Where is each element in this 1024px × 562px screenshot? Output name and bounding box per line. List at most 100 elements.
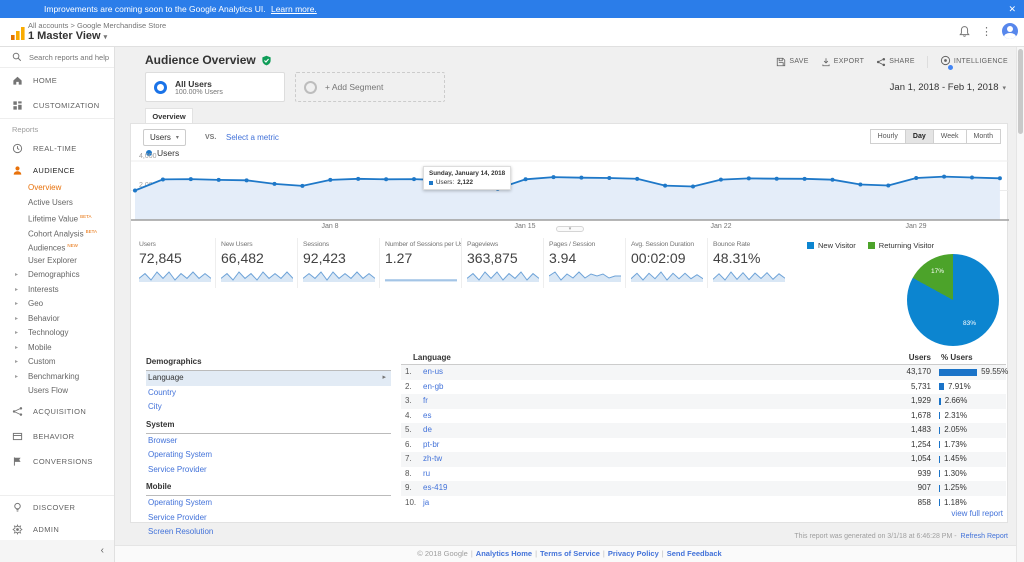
legend-new-visitor: New Visitor bbox=[807, 241, 856, 250]
more-options-kebab-icon[interactable]: ⋮ bbox=[981, 25, 992, 38]
dimension-mobile-service-provider[interactable]: Service Provider bbox=[146, 511, 391, 526]
sidebar-item-active-users[interactable]: Active Users bbox=[0, 196, 114, 211]
metric-bounce-rate: Bounce Rate 48.31% bbox=[708, 238, 790, 288]
dimension-language[interactable]: Language ▸ bbox=[146, 371, 391, 386]
footer-link-terms[interactable]: Terms of Service bbox=[540, 549, 600, 558]
share-button[interactable]: SHARE bbox=[876, 57, 915, 67]
column-header-pct-users[interactable]: % Users bbox=[941, 353, 973, 362]
sidebar-item-home[interactable]: HOME bbox=[0, 68, 114, 93]
footer-link-analytics-home[interactable]: Analytics Home bbox=[476, 549, 532, 558]
view-selector[interactable]: 1 Master View ▾ bbox=[28, 30, 107, 42]
overview-panel: Users ▾ VS. Select a metric Hourly Day We… bbox=[130, 123, 1009, 536]
page-title: Audience Overview bbox=[145, 53, 272, 67]
granularity-week-button[interactable]: Week bbox=[932, 129, 967, 144]
save-button[interactable]: SAVE bbox=[776, 57, 808, 67]
tab-overview[interactable]: Overview bbox=[145, 108, 193, 124]
banner-learn-more-link[interactable]: Learn more. bbox=[271, 4, 317, 14]
sidebar-item-audiences[interactable]: Audiences NEW bbox=[0, 239, 114, 254]
language-link[interactable]: ru bbox=[423, 467, 430, 482]
sidebar-item-discover[interactable]: DISCOVER bbox=[0, 496, 114, 518]
dimension-country[interactable]: Country bbox=[146, 386, 391, 401]
table-row: 3. fr 1,929 2.66% bbox=[401, 394, 1006, 409]
dimension-operating-system[interactable]: Operating System bbox=[146, 448, 391, 463]
sidebar-item-user-explorer[interactable]: User Explorer bbox=[0, 254, 114, 269]
metric-pages-per-session: Pages / Session 3.94 bbox=[544, 238, 626, 288]
language-link[interactable]: zh-tw bbox=[423, 452, 442, 467]
metric-new-users: New Users 66,482 bbox=[216, 238, 298, 288]
sidebar-item-benchmarking[interactable]: ▸ Benchmarking bbox=[0, 370, 114, 385]
dimension-browser[interactable]: Browser bbox=[146, 434, 391, 449]
column-header-users[interactable]: Users bbox=[841, 353, 931, 362]
sidebar-item-behavior[interactable]: BEHAVIOR bbox=[0, 424, 114, 449]
users-timeseries-chart[interactable] bbox=[131, 152, 1009, 236]
sidebar-item-conversions[interactable]: CONVERSIONS bbox=[0, 449, 114, 474]
language-link[interactable]: fr bbox=[423, 394, 428, 409]
metric-select-dropdown[interactable]: Users ▾ bbox=[143, 129, 186, 146]
legend-returning-visitor: Returning Visitor bbox=[867, 241, 934, 250]
footer-link-privacy[interactable]: Privacy Policy bbox=[608, 549, 659, 558]
date-range-selector[interactable]: Jan 1, 2018 - Feb 1, 2018 ▾ bbox=[890, 82, 1006, 93]
sidebar-item-realtime[interactable]: REAL-TIME bbox=[0, 137, 114, 159]
sidebar-item-geo[interactable]: ▸ Geo bbox=[0, 297, 114, 312]
sidebar-item-customization[interactable]: CUSTOMIZATION bbox=[0, 93, 114, 118]
add-segment-button[interactable]: + Add Segment bbox=[295, 72, 445, 102]
export-button[interactable]: EXPORT bbox=[821, 57, 864, 67]
language-link[interactable]: pt-br bbox=[423, 438, 439, 453]
sidebar-item-lifetime-value[interactable]: Lifetime Value BETA bbox=[0, 210, 114, 225]
notifications-bell-icon[interactable] bbox=[958, 25, 971, 38]
legend-swatch-icon bbox=[807, 242, 814, 249]
column-header-language[interactable]: Language bbox=[413, 353, 451, 362]
banner-text: Improvements are coming soon to the Goog… bbox=[44, 4, 266, 14]
granularity-month-button[interactable]: Month bbox=[965, 129, 1001, 144]
language-link[interactable]: es bbox=[423, 409, 431, 424]
segment-all-users[interactable]: All Users 100.00% Users bbox=[145, 72, 285, 102]
chart-collapse-handle[interactable]: ▾ bbox=[556, 226, 584, 232]
select-a-metric-link[interactable]: Select a metric bbox=[226, 133, 279, 142]
banner-close-icon[interactable]: ✕ bbox=[1008, 0, 1016, 18]
beta-badge: BETA bbox=[85, 228, 98, 234]
language-link[interactable]: en-gb bbox=[423, 380, 443, 395]
actions-divider bbox=[926, 55, 928, 68]
refresh-report-link[interactable]: Refresh Report bbox=[961, 533, 1008, 540]
search-input[interactable]: Search reports and help bbox=[0, 47, 114, 68]
granularity-day-button[interactable]: Day bbox=[904, 129, 934, 144]
dimension-screen-resolution[interactable]: Screen Resolution bbox=[146, 525, 391, 540]
dimension-mobile-os[interactable]: Operating System bbox=[146, 496, 391, 511]
sidebar-item-admin[interactable]: ADMIN bbox=[0, 518, 114, 540]
sidebar-item-interests[interactable]: ▸ Interests bbox=[0, 283, 114, 298]
footer-link-feedback[interactable]: Send Feedback bbox=[667, 549, 722, 558]
scrollbar-thumb[interactable] bbox=[1018, 49, 1023, 134]
dimension-service-provider[interactable]: Service Provider bbox=[146, 463, 391, 478]
granularity-hourly-button[interactable]: Hourly bbox=[869, 129, 906, 144]
new-badge: NEW bbox=[67, 243, 78, 248]
pct-bar bbox=[939, 470, 940, 478]
sidebar-item-demographics[interactable]: ▸ Demographics bbox=[0, 268, 114, 283]
expand-arrow-icon: ▸ bbox=[15, 315, 19, 322]
sidebar-item-acquisition[interactable]: ACQUISITION bbox=[0, 399, 114, 424]
sidebar-item-cohort-analysis[interactable]: Cohort Analysis BETA bbox=[0, 225, 114, 240]
report-actions: SAVE EXPORT SHARE INTELLIGENCE bbox=[776, 55, 1008, 70]
language-link[interactable]: es-419 bbox=[423, 481, 447, 496]
sidebar-item-audience[interactable]: AUDIENCE bbox=[0, 159, 114, 181]
table-row: 10. ja 858 1.18% bbox=[401, 496, 1006, 511]
sidebar-item-behavior-sub[interactable]: ▸ Behavior bbox=[0, 312, 114, 327]
sidebar-item-technology[interactable]: ▸ Technology bbox=[0, 326, 114, 341]
language-link[interactable]: en-us bbox=[423, 365, 443, 380]
breadcrumb-property[interactable]: Google Merchandise Store bbox=[77, 21, 166, 30]
breadcrumb-accounts[interactable]: All accounts bbox=[28, 21, 68, 30]
sidebar-item-custom[interactable]: ▸ Custom bbox=[0, 355, 114, 370]
footer: © 2018 Google | Analytics Home | Terms of Se… bbox=[115, 545, 1024, 562]
view-full-report-link[interactable]: view full report bbox=[951, 509, 1003, 518]
conversions-flag-icon bbox=[13, 456, 21, 466]
sidebar-item-overview[interactable]: Overview bbox=[0, 181, 114, 196]
intelligence-button[interactable]: INTELLIGENCE bbox=[940, 55, 1008, 70]
sidebar-item-mobile[interactable]: ▸ Mobile bbox=[0, 341, 114, 356]
pct-bar bbox=[939, 397, 941, 405]
language-link[interactable]: de bbox=[423, 423, 432, 438]
sidebar-item-users-flow[interactable]: Users Flow bbox=[0, 384, 114, 399]
sidebar-collapse-button[interactable]: ‹ bbox=[0, 540, 114, 562]
language-link[interactable]: ja bbox=[423, 496, 429, 511]
dimension-city[interactable]: City bbox=[146, 400, 391, 415]
home-icon bbox=[13, 76, 22, 85]
user-avatar[interactable] bbox=[1002, 23, 1018, 39]
